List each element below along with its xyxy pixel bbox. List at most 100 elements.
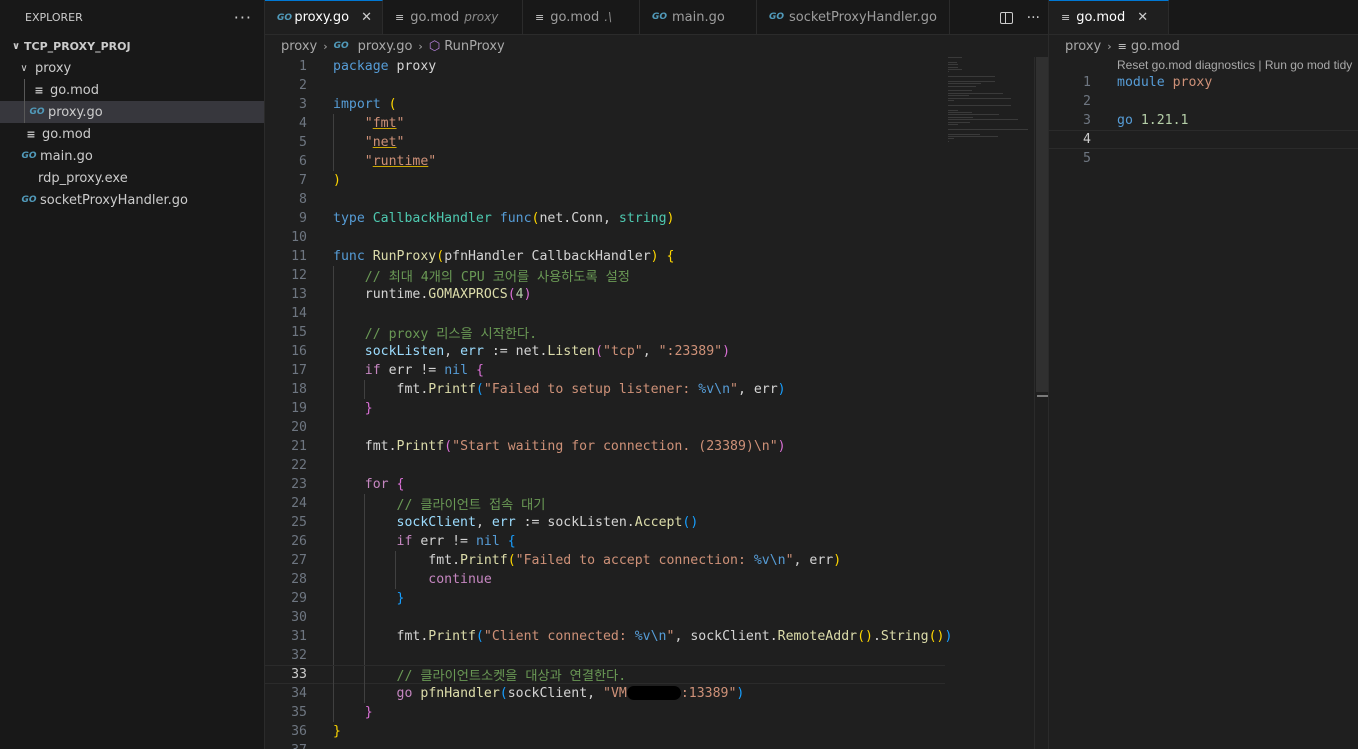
code-line-text: "fmt"	[333, 116, 405, 131]
breadcrumb-file[interactable]: go.mod	[1131, 39, 1180, 54]
code-line[interactable]: 15 // proxy 리스을 시작한다.	[265, 323, 945, 342]
code-line[interactable]: 26 if err != nil {	[265, 532, 945, 551]
explorer-more-actions-icon[interactable]: ···	[234, 8, 252, 27]
code-line[interactable]: 25 sockClient, err := sockListen.Accept(…	[265, 513, 945, 532]
tab-main-go[interactable]: GO main.go	[640, 0, 757, 34]
code-line[interactable]: 2	[265, 76, 945, 95]
tab-proxy-go[interactable]: GO proxy.go ✕	[265, 0, 383, 34]
explorer-root-folder[interactable]: ∨ TCP_PROXY_PROJ	[0, 35, 264, 57]
code-line[interactable]: 19 }	[265, 399, 945, 418]
code-token: (	[444, 439, 453, 454]
minimap[interactable]	[948, 57, 1038, 147]
code-line[interactable]: 33 // 클라이언트소켓을 대상과 연결한다.	[265, 665, 945, 685]
breadcrumb-file[interactable]: proxy.go	[358, 39, 413, 54]
code-line[interactable]: 6 "runtime"	[265, 152, 945, 171]
code-token: %v\n	[634, 629, 667, 644]
breadcrumb-symbol[interactable]: RunProxy	[444, 39, 505, 54]
code-token: proxy	[1172, 75, 1213, 90]
tree-item-proxy-go-mod[interactable]: ≡ go.mod	[0, 79, 264, 101]
code-line-text: sockListen, err := net.Listen("tcp", ":2…	[333, 344, 730, 359]
code-line[interactable]: 37	[265, 741, 945, 749]
code-line[interactable]: 2	[1049, 92, 1358, 111]
chevron-right-icon: ›	[1107, 39, 1112, 53]
code-line[interactable]: 14	[265, 304, 945, 323]
code-line[interactable]: 21 fmt.Printf("Start waiting for connect…	[265, 437, 945, 456]
code-token: ,	[642, 344, 659, 359]
code-token: "	[364, 135, 373, 150]
code-line[interactable]: 8	[265, 190, 945, 209]
line-number: 2	[1083, 94, 1091, 109]
breadcrumb-folder[interactable]: proxy	[281, 39, 317, 54]
code-line[interactable]: 7)	[265, 171, 945, 190]
scrollbar-thumb[interactable]	[1036, 57, 1048, 392]
code-line[interactable]: 28 continue	[265, 570, 945, 589]
line-number: 20	[291, 420, 307, 435]
code-line[interactable]: 16 sockListen, err := net.Listen("tcp", …	[265, 342, 945, 361]
go-file-icon: GO	[333, 41, 349, 51]
code-token: )	[736, 686, 745, 701]
code-token: "	[396, 116, 405, 131]
close-icon[interactable]: ✕	[1137, 10, 1148, 25]
tab-go-mod-proxy[interactable]: ≡ go.mod proxy	[383, 0, 523, 34]
split-editor-icon[interactable]	[999, 11, 1013, 24]
code-line[interactable]: 20	[265, 418, 945, 437]
code-line-text: package proxy	[333, 59, 436, 74]
tab-go-mod-side[interactable]: ≡ go.mod ✕	[1049, 0, 1169, 34]
code-token: sockClient,	[507, 686, 604, 701]
code-token: RunProxy	[372, 249, 437, 264]
tab-go-mod-root[interactable]: ≡ go.mod .\	[523, 0, 640, 34]
code-line[interactable]: 24 // 클라이언트 접속 대기	[265, 494, 945, 513]
code-line[interactable]: 13 runtime.GOMAXPROCS(4)	[265, 285, 945, 304]
code-editor[interactable]: 1 package proxy 2 3 import (4 "fmt" 5 "net" 6 …	[265, 57, 952, 749]
code-line[interactable]: 3 go 1.21.1	[1049, 111, 1358, 130]
code-line[interactable]: 22	[265, 456, 945, 475]
file-lines-icon: ≡	[395, 10, 405, 24]
code-token: net	[372, 135, 397, 150]
line-number: 31	[291, 629, 307, 644]
code-line[interactable]: 18 fmt.Printf("Failed to setup listener:…	[265, 380, 945, 399]
more-actions-icon[interactable]: ···	[1027, 10, 1040, 26]
tree-item-rdp-proxy-exe[interactable]: rdp_proxy.exe	[0, 167, 264, 189]
code-line[interactable]: 17 if err != nil {	[265, 361, 945, 380]
code-line[interactable]: 30	[265, 608, 945, 627]
breadcrumb-folder[interactable]: proxy	[1065, 39, 1101, 54]
codelens-actions[interactable]: Reset go.mod diagnostics | Run go mod ti…	[1117, 58, 1352, 72]
code-token: "	[785, 553, 794, 568]
code-line[interactable]: 1 package proxy	[265, 57, 945, 76]
tree-item-proxy-go[interactable]: GO proxy.go	[0, 101, 264, 123]
minimap-line	[948, 66, 958, 68]
code-line[interactable]: 4	[1049, 130, 1358, 149]
tree-item-main-go[interactable]: GO main.go	[0, 145, 264, 167]
code-line[interactable]: 10	[265, 228, 945, 247]
tab-socket-proxy-handler-go[interactable]: GO socketProxyHandler.go	[757, 0, 950, 34]
code-token: sockListen	[364, 344, 445, 359]
code-line[interactable]: 9 type CallbackHandler func(net.Conn, str…	[265, 209, 945, 228]
tree-item-socket-proxy-handler-go[interactable]: GO socketProxyHandler.go	[0, 189, 264, 211]
close-icon[interactable]: ✕	[361, 10, 372, 25]
vertical-scrollbar[interactable]	[1034, 57, 1049, 749]
code-line[interactable]: 5	[1049, 149, 1358, 168]
code-line[interactable]: 11 func RunProxy(pfnHandler CallbackHandl…	[265, 247, 945, 266]
code-line[interactable]: 32	[265, 646, 945, 665]
code-token: ":23389"	[658, 344, 723, 359]
code-line[interactable]: 23 for {	[265, 475, 945, 494]
code-line[interactable]: 3 import (	[265, 95, 945, 114]
tree-item-go-mod[interactable]: ≡ go.mod	[0, 123, 264, 145]
code-line[interactable]: 5 "net"	[265, 133, 945, 152]
code-line[interactable]: 29 }	[265, 589, 945, 608]
code-line-text: if err != nil {	[333, 534, 516, 549]
code-line[interactable]: 27 fmt.Printf("Failed to accept connecti…	[265, 551, 945, 570]
code-line[interactable]: 35 }	[265, 703, 945, 722]
code-line[interactable]: 1 module proxy	[1049, 73, 1358, 92]
code-line[interactable]: 31 fmt.Printf("Client connected: %v\n", …	[265, 627, 952, 646]
code-line[interactable]: 4 "fmt"	[265, 114, 945, 133]
code-line[interactable]: 36}	[265, 722, 945, 741]
code-editor-side[interactable]: 1 module proxy 2 3 go 1.21.1 4 5	[1049, 73, 1358, 168]
code-line[interactable]: 34 go pfnHandler(sockClient, "VM:13389")	[265, 684, 945, 703]
code-line[interactable]: 12 // 최대 4개의 CPU 코어를 사용하도록 설정	[265, 266, 945, 285]
line-number: 5	[299, 135, 307, 150]
tree-item-proxy-folder[interactable]: ∨ proxy	[0, 57, 264, 79]
